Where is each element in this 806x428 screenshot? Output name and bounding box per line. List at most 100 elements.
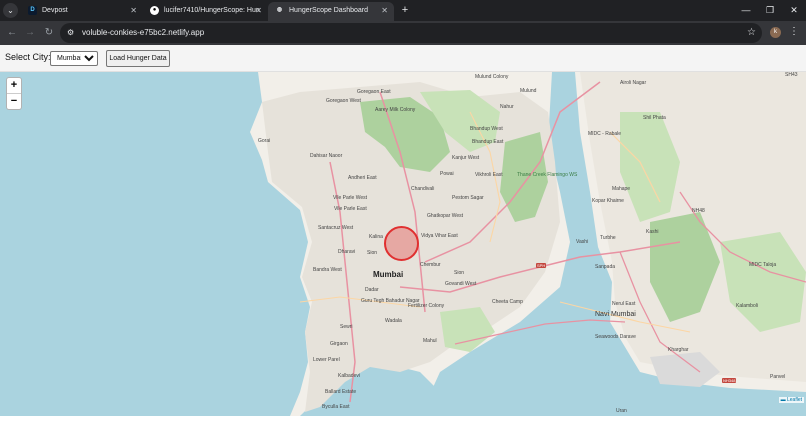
tab-github[interactable]: ● lucifer7410/HungerScope: Hun ✕ bbox=[143, 2, 268, 21]
reload-icon[interactable]: ↻ bbox=[42, 26, 56, 40]
site-settings-icon[interactable]: ⚙ bbox=[67, 28, 77, 38]
map-label: Uran bbox=[616, 408, 627, 414]
map-label: Ballard Estate bbox=[325, 389, 357, 395]
map-label: Santacruz West bbox=[318, 225, 354, 231]
attribution-link[interactable]: Leaflet bbox=[787, 397, 802, 403]
map-label: Airoli Nagar bbox=[620, 80, 647, 86]
close-icon[interactable]: ✕ bbox=[130, 2, 137, 19]
map-label: Bhandup East bbox=[472, 139, 504, 145]
map-label: Mulund Colony bbox=[475, 74, 509, 80]
github-icon: ● bbox=[150, 6, 159, 15]
map-label: MIDC Taloja bbox=[749, 262, 777, 268]
map-label: MIDC - Rabale bbox=[588, 131, 622, 137]
map-label: Sewri bbox=[340, 324, 353, 330]
zoom-control: + − bbox=[6, 77, 22, 110]
map-label: Nerul East bbox=[612, 301, 636, 307]
profile-avatar[interactable]: k bbox=[770, 27, 781, 38]
map-label: Lower Parel bbox=[313, 357, 340, 363]
forward-icon[interactable]: → bbox=[23, 26, 37, 40]
map-label: Govandi West bbox=[445, 281, 477, 287]
map-label: Vile Parle West bbox=[333, 195, 367, 201]
city-controls: Select City: Mumbai Load Hunger Data bbox=[0, 45, 806, 72]
map-label: Cheeta Camp bbox=[492, 299, 523, 305]
map-label: Pestom Sagar bbox=[452, 195, 484, 201]
zoom-out-button[interactable]: − bbox=[7, 93, 21, 108]
bookmark-star-icon[interactable]: ☆ bbox=[747, 23, 756, 43]
new-tab-button[interactable]: + bbox=[398, 3, 412, 17]
window-close-icon[interactable]: ✕ bbox=[787, 3, 801, 17]
map-label: Andheri East bbox=[348, 175, 377, 181]
map-label: Wadala bbox=[385, 318, 402, 324]
map-label: Mulund bbox=[520, 88, 537, 94]
map-label: Ghatkopar West bbox=[427, 213, 464, 219]
browser-menu-icon[interactable]: ⋮ bbox=[789, 25, 799, 39]
map-label: NH48 bbox=[692, 208, 705, 214]
map-label: Seawoods Darave bbox=[595, 334, 636, 340]
map-label: Goregaon West bbox=[326, 98, 361, 104]
back-icon[interactable]: ← bbox=[5, 26, 19, 40]
load-hunger-data-button[interactable]: Load Hunger Data bbox=[106, 50, 170, 67]
map-label: Vile Parle East bbox=[334, 206, 367, 212]
map-label: Aarey Milk Colony bbox=[375, 107, 416, 113]
zoom-in-button[interactable]: + bbox=[7, 78, 21, 93]
map-label: Thane Creek Flamingo WS bbox=[517, 172, 578, 178]
map-label: Kopar Khairne bbox=[592, 198, 624, 204]
close-icon[interactable]: ✕ bbox=[381, 2, 388, 19]
map-label: Nahur bbox=[500, 104, 514, 110]
close-icon[interactable]: ✕ bbox=[255, 2, 262, 19]
select-city-label: Select City: bbox=[5, 52, 51, 62]
tab-search-button[interactable]: ⌄ bbox=[3, 3, 18, 18]
address-bar[interactable]: ⚙ voluble-conkies-e75bc2.netlify.app ☆ bbox=[60, 23, 762, 43]
map-label: Kalina bbox=[369, 234, 383, 240]
map-label: Chandivali bbox=[411, 186, 435, 192]
tab-hungerscope[interactable]: ◍ HungerScope Dashboard ✕ bbox=[268, 2, 394, 21]
url-text[interactable]: voluble-conkies-e75bc2.netlify.app bbox=[82, 23, 204, 43]
page-bottom bbox=[0, 416, 806, 428]
map-label: SH43 bbox=[785, 72, 798, 78]
tab-devpost[interactable]: D Devpost ✕ bbox=[21, 2, 143, 21]
map-label: Kalamboli bbox=[736, 303, 758, 309]
city-select[interactable]: Mumbai bbox=[50, 51, 98, 66]
map-label: Vikhroli East bbox=[475, 172, 503, 178]
map-label: Bandra West bbox=[313, 267, 342, 273]
map-label: Vashi bbox=[576, 239, 589, 245]
road-shield: SPH bbox=[536, 263, 547, 268]
tab-title: HungerScope Dashboard bbox=[289, 7, 368, 14]
map-label: Goregaon East bbox=[357, 89, 391, 95]
map-label: Powai bbox=[440, 171, 454, 177]
map-label: Sion bbox=[367, 250, 378, 256]
map-label: Vidya Vihar East bbox=[421, 233, 458, 239]
map-label: Dharavi bbox=[338, 249, 356, 255]
map-label: Dahisar Naoor bbox=[310, 153, 343, 159]
hunger-data-circle[interactable] bbox=[384, 226, 419, 261]
map-label: Dadar bbox=[365, 287, 379, 293]
map-label: Gorai bbox=[258, 138, 271, 144]
map-label: Mahape bbox=[612, 186, 631, 192]
map-label: Mahul bbox=[423, 338, 437, 344]
map-label: Kashi bbox=[646, 229, 659, 235]
map-label: Kalbadevi bbox=[338, 373, 360, 379]
map-label: Panvel bbox=[770, 374, 786, 380]
map-label: Bhandup West bbox=[470, 126, 503, 132]
devpost-icon: D bbox=[28, 6, 37, 15]
minimize-icon[interactable]: — bbox=[739, 3, 753, 17]
restore-icon[interactable]: ❐ bbox=[763, 3, 777, 17]
leaflet-attribution[interactable]: ▬ Leaflet bbox=[778, 397, 804, 403]
map-label: Girgaon bbox=[330, 341, 348, 347]
map-label: Shil Phata bbox=[643, 115, 666, 121]
map-label: Turbhe bbox=[600, 235, 616, 241]
map-label: Kanjur West bbox=[452, 155, 480, 161]
city-label-navi-mumbai: Navi Mumbai bbox=[595, 311, 636, 318]
globe-icon: ◍ bbox=[276, 7, 283, 13]
map-label: Sion bbox=[454, 270, 465, 276]
browser-toolbar: ← → ↻ ⚙ voluble-conkies-e75bc2.netlify.a… bbox=[0, 21, 806, 45]
map-label: Chembur bbox=[420, 262, 441, 268]
map-label: Guru Tegh Bahadur Nagar bbox=[361, 298, 420, 304]
tab-title: lucifer7410/HungerScope: Hun bbox=[164, 7, 260, 14]
road-shield: NH348 bbox=[722, 378, 737, 383]
map-label: Sanpada bbox=[595, 264, 616, 270]
tab-title: Devpost bbox=[42, 7, 68, 14]
city-label-mumbai: Mumbai bbox=[373, 270, 404, 279]
browser-tab-bar: ⌄ D Devpost ✕ ● lucifer7410/HungerScope:… bbox=[0, 0, 806, 21]
map-label: Kharghar bbox=[668, 347, 689, 353]
